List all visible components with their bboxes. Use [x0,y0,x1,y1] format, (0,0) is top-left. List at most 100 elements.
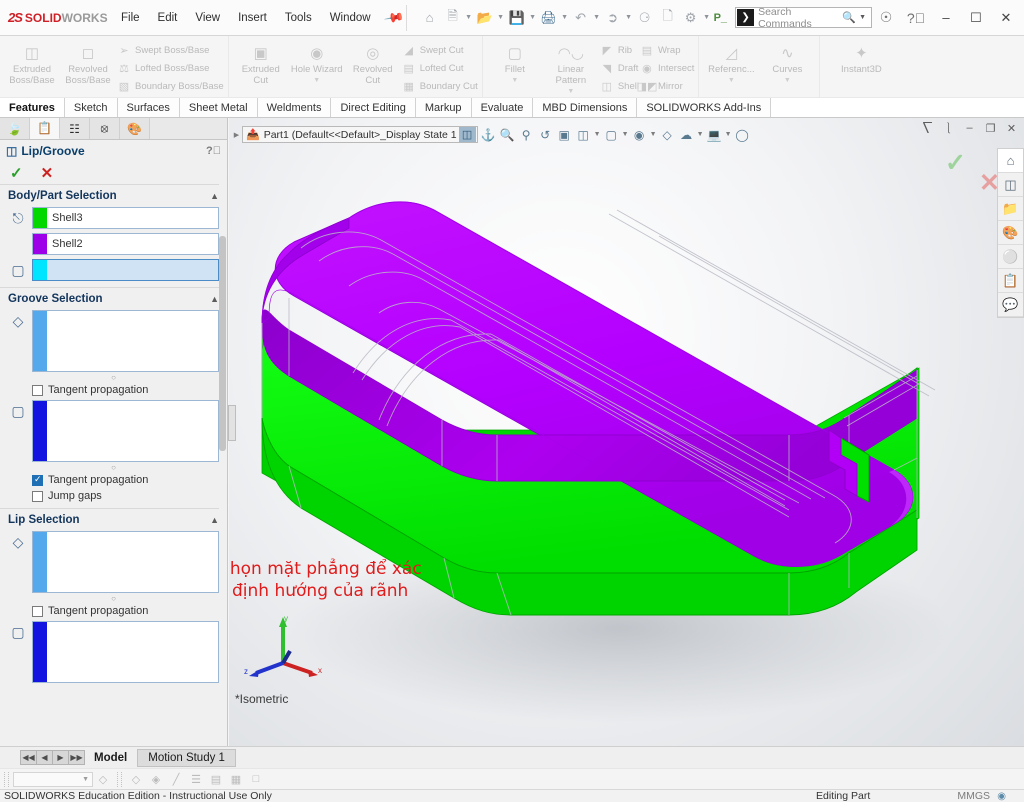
tab-motion-study-1[interactable]: Motion Study 1 [137,748,236,767]
display-palette-icon[interactable]: ⚪ [998,245,1023,269]
appearances-icon[interactable]: ◇ [659,126,676,143]
feedback-icon[interactable]: 💬 [998,293,1023,317]
graphics-confirm-ok-icon[interactable]: ✓ [945,148,966,178]
chevron-down-icon[interactable]: ▼ [725,131,732,138]
pushpin-icon[interactable]: 📌 [382,6,405,28]
feature-tree-flyout[interactable]: 📤 Part1 (Default<<Default>_Display State… [242,126,478,143]
resize-dots[interactable]: ○ [0,595,227,603]
dimension-icon[interactable]: □ [246,771,266,787]
panel-splitter-handle[interactable] [228,405,236,441]
groove-jump-gaps[interactable]: Jump gaps [0,488,227,504]
groove-tangent-propagation-1[interactable]: Tangent propagation [0,382,227,398]
isometric-cube-icon[interactable]: ◫ [458,127,476,142]
cancel-button[interactable]: ✕ [41,164,54,182]
hide-show-icon[interactable]: ◉ [631,126,648,143]
new-document-icon[interactable]: 🗎 [442,7,464,29]
tab-solidworks-add-ins[interactable]: SOLIDWORKS Add-Ins [637,98,772,117]
chevron-up-icon[interactable]: ▲ [210,515,219,525]
minimize-icon[interactable]: – [963,122,976,134]
view-orientation-icon[interactable]: ◫ [575,126,592,143]
close-button[interactable]: ✕ [992,5,1020,31]
minimize-button[interactable]: – [932,5,960,31]
tab-features[interactable]: Features [0,98,65,117]
linear-pattern-button[interactable]: ◠◡ Linear Pattern ▼ [543,40,599,97]
swept-cut-button[interactable]: ◢ Swept Cut [401,42,478,59]
checkbox[interactable] [32,384,43,396]
selection-field-shell3[interactable]: Shell3 [32,207,219,229]
custom-properties-icon[interactable]: 📋 [998,269,1023,293]
chevron-down-icon[interactable]: ▼ [594,131,601,138]
selection-field-active[interactable] [32,259,219,281]
intersect-button[interactable]: ◉ Intersect [639,60,694,77]
units-icon[interactable]: ◉ [997,791,1006,802]
next-tab-button[interactable]: ▶ [52,750,69,765]
scrollbar-thumb[interactable] [219,236,226,451]
tab-sketch[interactable]: Sketch [64,98,118,117]
menu-item-edit[interactable]: Edit [149,7,187,29]
section-header[interactable]: Lip Selection ▲ [0,511,227,529]
checkbox[interactable] [32,605,43,617]
lofted-cut-button[interactable]: ▤ Lofted Cut [401,60,478,77]
dimxpert-manager-tab[interactable]: ⦻ [90,118,120,139]
tab-markup[interactable]: Markup [415,98,472,117]
chevron-up-icon[interactable]: ▲ [210,191,219,201]
maximize-button[interactable]: ☐ [962,5,990,31]
menu-item-insert[interactable]: Insert [229,7,276,29]
hide-edge-icon[interactable]: ▤ [206,771,226,787]
chevron-down-icon[interactable]: ▼ [625,14,633,21]
sketch-relations-icon[interactable]: ◇ [126,771,146,787]
chevron-down-icon[interactable]: ▼ [497,14,505,21]
first-tab-button[interactable]: ◀◀ [20,750,37,765]
chevron-down-icon[interactable]: ▼ [728,75,735,86]
lofted-boss-base-button[interactable]: ⚖ Lofted Boss/Base [116,60,224,77]
lip-tangent-propagation[interactable]: Tangent propagation [0,603,227,619]
curves-button[interactable]: ∿ Curves ▼ [759,40,815,86]
print-icon[interactable]: 🖨 [538,7,560,29]
selection-field-shell2[interactable]: Shell2 [32,233,219,255]
close-window-icon[interactable]: ✕ [1005,122,1018,135]
chevron-up-icon[interactable]: ▲ [210,294,219,304]
menu-item-view[interactable]: View [186,7,229,29]
search-input[interactable]: ❯ Search Commands 🔍 ▼ [735,6,872,30]
accept-button[interactable]: ✓ [10,164,23,182]
lip-face-field[interactable] [32,531,219,593]
rebuild-icon[interactable]: ⚆ [634,7,656,29]
rib-button[interactable]: ◤ Rib [599,42,639,59]
chevron-down-icon[interactable]: ▼ [650,131,657,138]
chevron-down-icon[interactable]: ▼ [465,14,473,21]
open-folder-icon[interactable]: 📂 [474,7,496,29]
restore-right-icon[interactable]: ⎱ [942,120,955,136]
swept-boss-base-button[interactable]: ➢ Swept Boss/Base [116,42,224,59]
scene-icon[interactable]: ☁ [678,126,695,143]
resize-dots[interactable]: ○ [0,374,227,382]
reference-geometry-button[interactable]: ◿ Referenc... ▼ [703,40,759,86]
property-manager-tab[interactable]: 📋 [30,118,60,139]
configuration-manager-tab[interactable]: ☷ [60,118,90,139]
select-arrow-icon[interactable]: ➲ [602,7,624,29]
section-header[interactable]: Body/Part Selection ▲ [0,187,227,205]
home-icon[interactable]: ⌂ [419,7,441,29]
last-tab-button[interactable]: ▶▶ [68,750,85,765]
resize-dots[interactable]: ○ [0,464,227,472]
tab-direct-editing[interactable]: Direct Editing [331,98,416,117]
apply-scene-icon[interactable]: ◯ [734,126,751,143]
magnifier-icon[interactable]: 🔍 [842,11,859,24]
section-view-icon[interactable]: ⚓ [480,126,497,143]
shell-button[interactable]: ◫ Shell [599,78,639,95]
zoom-to-fit-icon[interactable]: 🔍 [499,126,516,143]
view-settings-icon[interactable]: 💻 [706,126,723,143]
display-grid-icon[interactable]: ◈ [146,771,166,787]
rotate-view-icon[interactable]: ↺ [537,126,554,143]
restore-window-icon[interactable]: ❐ [984,122,997,135]
display-manager-tab[interactable]: 🎨 [120,118,150,139]
zoom-area-icon[interactable]: ⚲ [518,126,535,143]
file-properties-icon[interactable]: 🗋 [657,7,679,29]
groove-tangent-propagation-2[interactable]: Tangent propagation [0,472,227,488]
menu-item-window[interactable]: Window [321,7,380,29]
home-icon[interactable]: ⌂ [998,149,1023,173]
draft-button[interactable]: ◥ Draft [599,60,639,77]
fillet-button[interactable]: ▢ Fillet ▼ [487,40,543,86]
tab-sheet-metal[interactable]: Sheet Metal [179,98,258,117]
instant3d-button[interactable]: ✦ Instant3D [824,40,898,76]
tab-surfaces[interactable]: Surfaces [117,98,180,117]
